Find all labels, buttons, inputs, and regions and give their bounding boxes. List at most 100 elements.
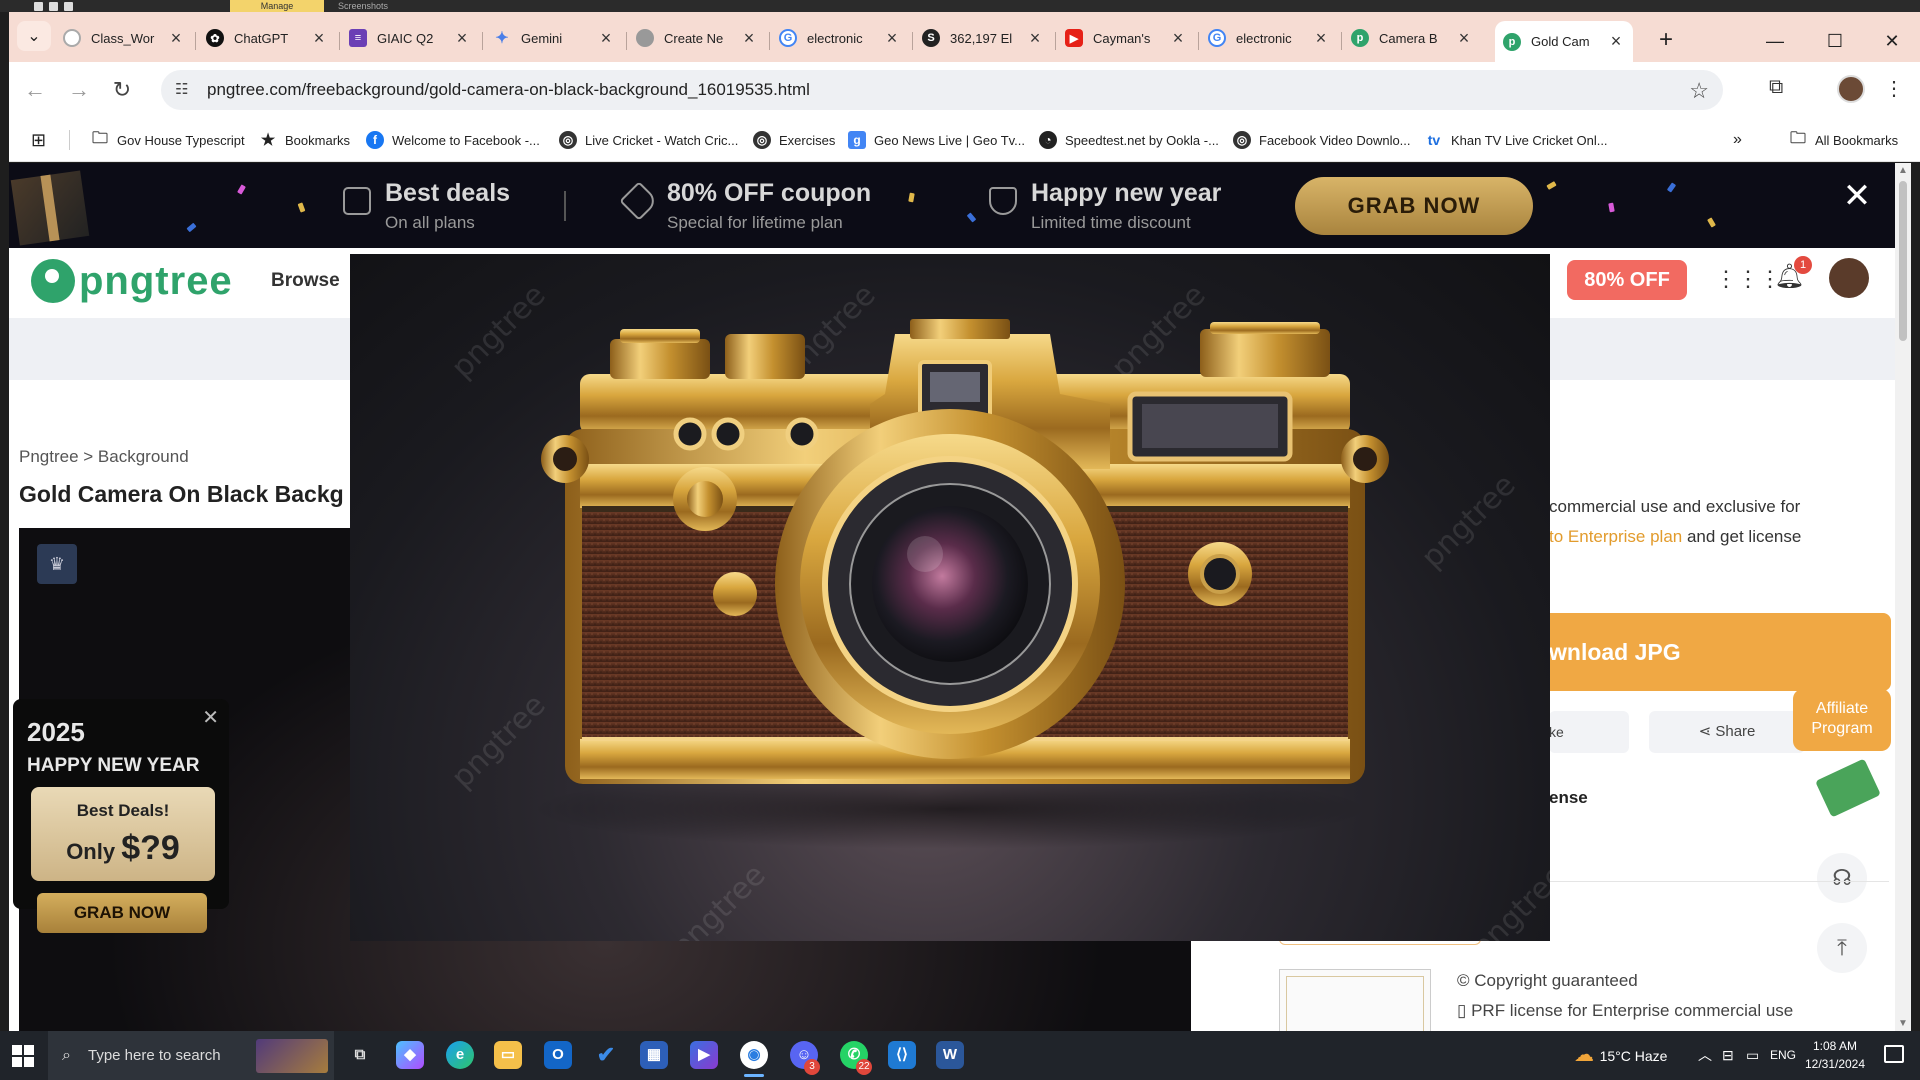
browse-menu[interactable]: Browse [271, 270, 340, 292]
minimize-icon[interactable]: — [1747, 24, 1803, 58]
browser-tab[interactable]: ✦ Gemini × [485, 21, 623, 55]
browser-tab[interactable]: G electronic × [771, 21, 909, 55]
maximize-icon[interactable]: ☐ [1807, 24, 1863, 58]
breadcrumb[interactable]: Pngtree > Background [19, 447, 189, 467]
address-bar[interactable]: ☷ pngtree.com/freebackground/gold-camera… [161, 70, 1723, 110]
bookmark-item[interactable]: ◎ Facebook Video Downlo... [1233, 128, 1411, 152]
menu-kebab-icon[interactable]: ⋮ [1884, 76, 1904, 101]
profile-avatar[interactable] [1837, 75, 1865, 103]
deal-card[interactable]: Best Deals! Only $?9 [31, 787, 215, 881]
download-jpg-button[interactable]: wnload JPG [1549, 613, 1891, 691]
todo-icon[interactable]: ✔ [592, 1041, 620, 1069]
edge-icon[interactable]: e [446, 1041, 474, 1069]
browser-tab[interactable]: p Camera B × [1343, 21, 1481, 55]
gold-camera-image [530, 319, 1389, 849]
close-tab-icon[interactable]: × [597, 28, 615, 49]
bookmark-item[interactable]: ◎ Exercises [753, 128, 835, 152]
close-tab-icon[interactable]: × [1169, 28, 1187, 49]
browser-tab-active[interactable]: p Gold Cam × [1495, 21, 1633, 62]
share-button[interactable]: ⋖ Share [1649, 711, 1805, 753]
browser-tab[interactable]: G electronic × [1200, 21, 1338, 55]
gemini-icon: ✦ [495, 30, 509, 47]
file-explorer-icon[interactable]: ▭ [494, 1041, 522, 1069]
task-view-icon[interactable]: ⧉ [346, 1041, 374, 1069]
discount-button[interactable]: 80% OFF [1567, 260, 1687, 300]
image-lightbox[interactable]: pngtree pngtree pngtree pngtree pngtree … [350, 254, 1550, 941]
close-tab-icon[interactable]: × [167, 28, 185, 49]
close-tab-icon[interactable]: × [1312, 28, 1330, 49]
globe-icon: ◎ [559, 131, 577, 149]
manage-label[interactable]: Manage [230, 0, 324, 12]
window-title-strip: Manage Screenshots [0, 0, 1920, 12]
new-tab-icon[interactable]: + [1651, 26, 1681, 56]
like-button[interactable]: ke [1549, 711, 1629, 753]
back-to-top-icon[interactable]: ⤒ [1817, 923, 1867, 973]
new-year-popup: ✕ 2025 HAPPY NEW YEAR Best Deals! Only $… [13, 699, 229, 933]
forward-icon[interactable]: → [65, 76, 93, 104]
browser-tab[interactable]: ✿ ChatGPT × [198, 21, 336, 55]
all-bookmarks[interactable]: 🗀 All Bookmarks [1789, 128, 1898, 152]
popup-grab-now-button[interactable]: GRAB NOW [37, 893, 207, 933]
apps-grid-icon[interactable]: ⋮⋮⋮ [1715, 266, 1781, 292]
bookmark-item[interactable]: tv Khan TV Live Cricket Onl... [1425, 128, 1608, 152]
extensions-icon[interactable]: ⧉ [1769, 76, 1783, 99]
bookmark-star-icon[interactable]: ☆ [1689, 78, 1709, 104]
tray-chevron-icon[interactable]: ︿ [1698, 1031, 1712, 1080]
site-info-icon[interactable]: ☷ [175, 80, 195, 100]
browser-tab[interactable]: ▶ Cayman's × [1057, 21, 1195, 55]
reload-icon[interactable]: ↻ [108, 76, 136, 104]
chrome-icon[interactable]: ◉ [740, 1041, 768, 1077]
copilot-icon[interactable]: ◆ [396, 1041, 424, 1069]
apps-grid-icon[interactable]: ⊞ [31, 128, 46, 152]
google-icon: g [848, 131, 866, 149]
taskbar-search[interactable]: ⌕ Type here to search [48, 1031, 334, 1080]
battery-icon[interactable]: ▭ [1746, 1031, 1759, 1080]
network-icon[interactable]: ⊟ [1722, 1031, 1734, 1080]
store-icon[interactable]: ▦ [640, 1041, 668, 1069]
pngtree-logo[interactable]: pngtree [31, 258, 233, 304]
support-headset-icon[interactable]: ☊ [1817, 853, 1867, 903]
bookmark-item[interactable]: ★ Bookmarks [259, 128, 350, 152]
notification-center-icon[interactable] [1884, 1045, 1904, 1063]
bookmark-item[interactable]: 🗀 Gov House Typescript [91, 128, 245, 152]
vscode-icon[interactable]: ⟨⟩ [888, 1041, 916, 1069]
bookmark-item[interactable]: ◔ Speedtest.net by Ookla -... [1039, 128, 1219, 152]
bookmark-item[interactable]: g Geo News Live | Geo Tv... [848, 128, 1025, 152]
user-avatar[interactable] [1829, 258, 1869, 298]
system-clock[interactable]: 1:08 AM 12/31/2024 [1800, 1037, 1870, 1073]
folder-icon: 🗀 [1789, 129, 1806, 147]
language-indicator[interactable]: ENG [1770, 1031, 1796, 1080]
browser-tab[interactable]: Class_Wor × [55, 21, 193, 55]
media-player-icon[interactable]: ▶ [690, 1041, 718, 1069]
close-tab-icon[interactable]: × [1026, 28, 1044, 49]
windows-start-icon[interactable] [12, 1045, 34, 1067]
close-window-icon[interactable]: ✕ [1864, 24, 1920, 58]
bookmark-item[interactable]: f Welcome to Facebook -... [366, 128, 540, 152]
enterprise-plan-link[interactable]: to Enterprise plan [1549, 527, 1682, 546]
browser-tab[interactable]: Create Ne × [628, 21, 766, 55]
browser-tab[interactable]: ≡ GIAIC Q2 × [341, 21, 479, 55]
document-icon: ▯ [1457, 1001, 1472, 1020]
tab-title: 362,197 El [950, 30, 1013, 46]
back-icon[interactable]: ← [21, 76, 49, 104]
close-tab-icon[interactable]: × [1607, 31, 1625, 52]
url-text[interactable]: pngtree.com/freebackground/gold-camera-o… [207, 80, 810, 100]
close-tab-icon[interactable]: × [740, 28, 758, 49]
affiliate-program-button[interactable]: Affiliate Program [1793, 689, 1891, 751]
close-banner-icon[interactable]: ✕ [1839, 179, 1875, 215]
page-scrollbar[interactable]: ▲ ▼ [1895, 163, 1911, 1031]
weather-widget[interactable]: ☁︎ 15°C Haze [1574, 1031, 1667, 1080]
close-tab-icon[interactable]: × [883, 28, 901, 49]
grab-now-button[interactable]: GRAB NOW [1295, 177, 1533, 235]
more-bookmarks-icon[interactable]: » [1733, 128, 1742, 152]
close-tab-icon[interactable]: × [1455, 28, 1473, 49]
close-tab-icon[interactable]: × [453, 28, 471, 49]
discord-badge: 3 [804, 1059, 820, 1075]
close-popup-icon[interactable]: ✕ [202, 705, 219, 730]
tab-search-dropdown-icon[interactable]: ⌄ [17, 21, 51, 51]
close-tab-icon[interactable]: × [310, 28, 328, 49]
word-icon[interactable]: W [936, 1041, 964, 1069]
outlook-icon[interactable]: O [544, 1041, 572, 1069]
bookmark-item[interactable]: ◎ Live Cricket - Watch Cric... [559, 128, 738, 152]
browser-tab[interactable]: S 362,197 El × [914, 21, 1052, 55]
